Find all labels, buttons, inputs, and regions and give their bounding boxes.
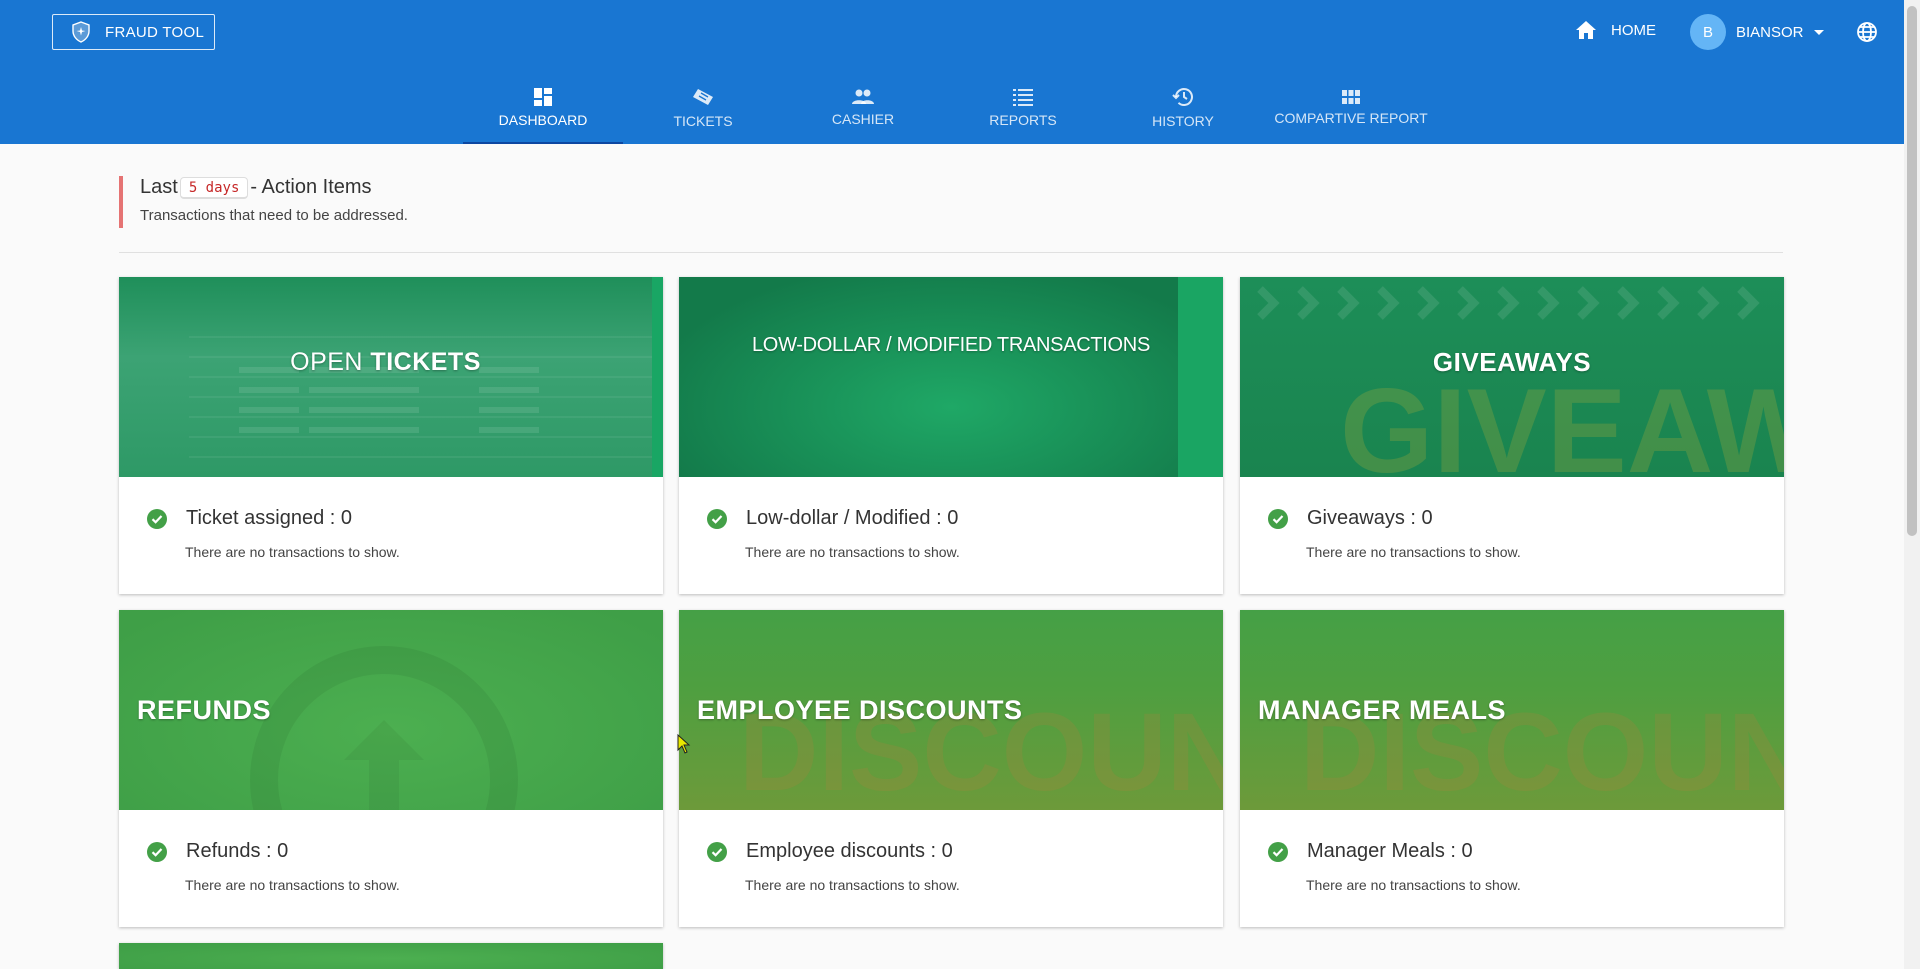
card-partial[interactable] — [119, 943, 663, 969]
scrollbar-thumb[interactable] — [1907, 6, 1917, 536]
empty-note: There are no transactions to show. — [185, 544, 400, 560]
empty-note: There are no transactions to show. — [1306, 877, 1521, 893]
page-subtitle: Transactions that need to be addressed. — [140, 207, 408, 224]
tab-label: REPORTS — [989, 112, 1057, 128]
home-icon — [1576, 21, 1596, 39]
tab-label: DASHBOARD — [498, 112, 588, 128]
avatar: B — [1690, 14, 1726, 50]
banner-title: LOW-DOLLAR / MODIFIED TRANSACTIONS — [751, 333, 1150, 356]
chevron-down-icon — [1813, 29, 1824, 35]
brand-button[interactable]: FRAUD TOOL — [52, 14, 215, 50]
days-range-badge[interactable]: 5 days — [179, 176, 249, 199]
divider — [119, 252, 1783, 253]
status-text: Ticket assigned : 0 — [186, 507, 353, 529]
tab-label: HISTORY — [1152, 113, 1214, 129]
banner-title: GIVEAWAYS — [1432, 346, 1592, 377]
status-text: Manager Meals : 0 — [1307, 840, 1473, 862]
banner-title: REFUNDS — [137, 694, 272, 725]
status-text: Employee discounts : 0 — [746, 840, 953, 862]
dashboard-icon — [534, 88, 552, 106]
check-circle-icon — [1268, 841, 1288, 862]
page-scrollbar[interactable] — [1904, 0, 1920, 969]
tab-dashboard[interactable]: DASHBOARD — [463, 66, 623, 144]
page-title: Last 5 days - Action Items — [140, 176, 1783, 199]
card-manager-meals[interactable]: DISCOUNT MANAGER MEALS Manager Meals : 0… — [1240, 610, 1784, 927]
card-giveaways[interactable]: GIVEAWAY! GIVEAWAYS Giveaways : 0 There … — [1240, 277, 1784, 594]
spreadsheet-background-image — [189, 336, 663, 458]
check-circle-icon — [707, 841, 727, 862]
brand-label: FRAUD TOOL — [105, 23, 205, 41]
mouse-cursor-icon — [677, 734, 691, 754]
card-banner: REFUNDS — [119, 610, 663, 810]
tab-history[interactable]: HISTORY — [1103, 66, 1263, 144]
check-circle-icon — [147, 841, 167, 862]
tab-label: COMPARTIVE REPORT — [1274, 110, 1428, 126]
user-name: BIANSOR — [1736, 23, 1804, 41]
check-circle-icon — [1268, 508, 1288, 529]
status-text: Low-dollar / Modified : 0 — [746, 507, 959, 529]
card-banner: DISCOUNT EMPLOYEE DISCOUNTS — [679, 610, 1223, 810]
card-low-dollar-modified[interactable]: LOW-DOLLAR / MODIFIED TRANSACTIONS Low-d… — [679, 277, 1223, 594]
people-icon — [852, 89, 874, 104]
card-employee-discounts[interactable]: DISCOUNT EMPLOYEE DISCOUNTS Employee dis… — [679, 610, 1223, 927]
tab-tickets[interactable]: TICKETS — [623, 66, 783, 144]
card-open-tickets[interactable]: OPEN TICKETS Ticket assigned : 0 There a… — [119, 277, 663, 594]
empty-note: There are no transactions to show. — [185, 877, 400, 893]
empty-note: There are no transactions to show. — [745, 877, 960, 893]
action-items-header: Last 5 days - Action Items Transactions … — [119, 176, 1783, 228]
tab-label: TICKETS — [673, 113, 733, 129]
history-icon — [1172, 88, 1193, 106]
card-banner: OPEN TICKETS — [119, 277, 663, 477]
check-circle-icon — [707, 508, 727, 529]
title-suffix: - Action Items — [250, 176, 372, 198]
user-menu[interactable]: B BIANSOR — [1690, 14, 1824, 50]
card-banner: LOW-DOLLAR / MODIFIED TRANSACTIONS — [679, 277, 1223, 477]
card-banner: GIVEAWAY! GIVEAWAYS — [1240, 277, 1784, 477]
top-app-bar: FRAUD TOOL HOME B BIANSOR — [0, 0, 1904, 66]
nav-tabs: DASHBOARD TICKETS CASHIER REPORTS HISTOR… — [0, 66, 1904, 144]
status-text: Refunds : 0 — [186, 840, 289, 862]
home-link[interactable]: HOME — [1575, 20, 1656, 40]
banner-title-bold: TICKETS — [370, 347, 481, 376]
tab-reports[interactable]: REPORTS — [943, 66, 1103, 144]
tab-label: CASHIER — [831, 111, 895, 127]
card-refunds[interactable]: REFUNDS Refunds : 0 There are no transac… — [119, 610, 663, 927]
tab-comparative-report[interactable]: COMPARTIVE REPORT — [1263, 66, 1439, 144]
globe-icon[interactable] — [1856, 21, 1878, 48]
status-text: Giveaways : 0 — [1307, 507, 1433, 529]
title-prefix: Last — [140, 176, 178, 198]
home-label: HOME — [1611, 21, 1656, 39]
banner-title: EMPLOYEE DISCOUNTS — [697, 694, 1023, 725]
list-icon — [1013, 89, 1033, 106]
empty-note: There are no transactions to show. — [745, 544, 960, 560]
tab-cashier[interactable]: CASHIER — [783, 66, 943, 144]
ticket-icon — [693, 89, 713, 105]
card-banner: DISCOUNT MANAGER MEALS — [1240, 610, 1784, 810]
grid-icon — [1342, 90, 1360, 104]
banner-title: MANAGER MEALS — [1258, 694, 1506, 725]
check-circle-icon — [147, 508, 167, 529]
shield-icon — [69, 20, 93, 44]
empty-note: There are no transactions to show. — [1306, 544, 1521, 560]
banner-title-light: OPEN — [290, 347, 371, 376]
watermark-text: GIVEAWAY! — [1340, 364, 1784, 477]
card-banner — [119, 943, 663, 969]
